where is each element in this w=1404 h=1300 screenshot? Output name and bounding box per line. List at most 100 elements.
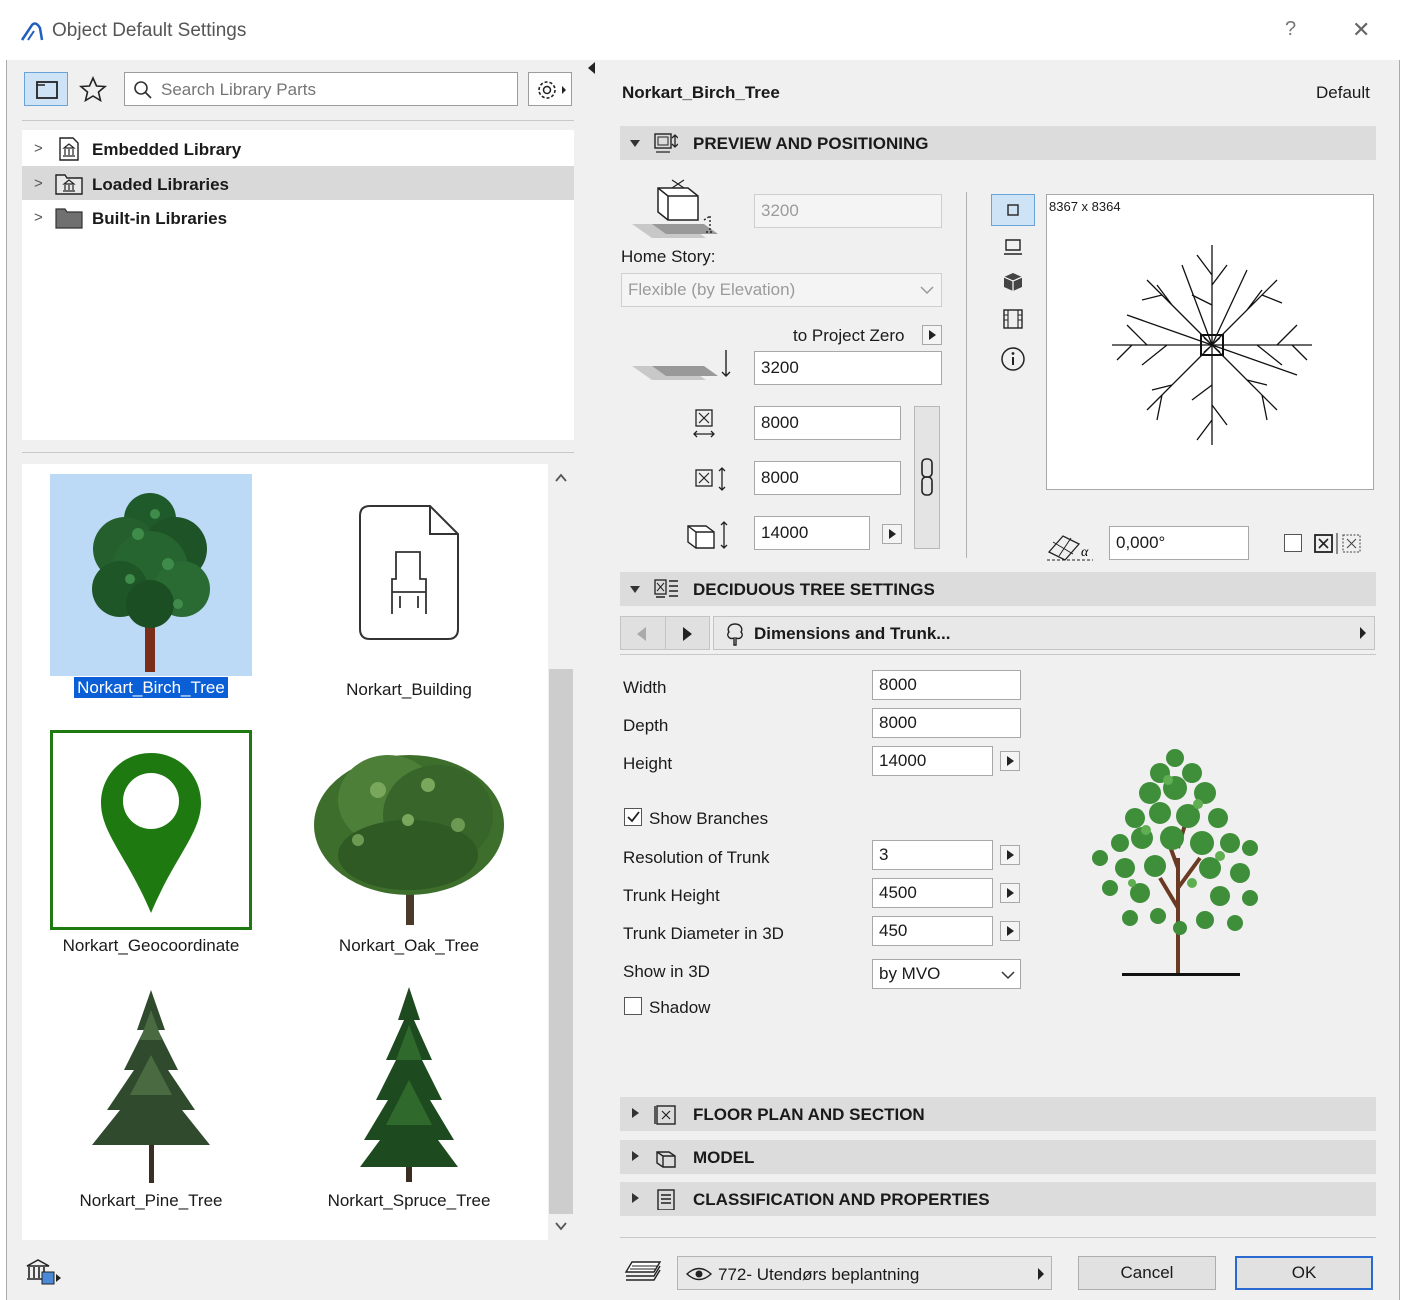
thumb-label-building: Norkart_Building — [346, 680, 472, 699]
thumb-label-oak: Norkart_Oak_Tree — [338, 936, 480, 955]
cancel-button[interactable]: Cancel — [1078, 1256, 1216, 1290]
pine-tree-image — [92, 990, 210, 1183]
height-field[interactable]: 14000 — [754, 516, 870, 550]
home-story-label: Home Story: — [621, 247, 716, 266]
parameter-page-select[interactable]: Dimensions and Trunk... — [713, 616, 1375, 650]
info-icon[interactable] — [1000, 346, 1026, 372]
show-in-3d-value: by MVO — [879, 964, 941, 983]
section-deciduous-tree[interactable]: DECIDUOUS TREE SETTINGS — [620, 572, 1376, 606]
page-nav-buttons — [620, 616, 710, 650]
ok-button[interactable]: OK — [1235, 1256, 1373, 1290]
prev-page-button[interactable] — [637, 627, 646, 641]
thumb-label-birch: Norkart_Birch_Tree — [50, 677, 252, 698]
section-classification[interactable]: CLASSIFICATION AND PROPERTIES — [620, 1182, 1376, 1216]
section-model[interactable]: MODEL — [620, 1140, 1376, 1174]
show-in-3d-select[interactable]: by MVO — [872, 959, 1021, 989]
library-manager-icon[interactable] — [24, 1256, 64, 1288]
home-story-select[interactable]: Flexible (by Elevation) — [621, 273, 942, 307]
view-floorplan-button[interactable] — [991, 194, 1035, 226]
library-settings-button[interactable] — [528, 72, 572, 106]
elevation-field[interactable]: 3200 — [754, 194, 942, 228]
search-icon — [134, 81, 152, 99]
tree-item-builtin[interactable]: > Built-in Libraries — [22, 201, 574, 234]
tree-item-loaded[interactable]: > Loaded Libraries — [22, 166, 574, 200]
positioning-divider — [966, 192, 967, 558]
tree-item-embedded[interactable]: > Embedded Library — [22, 132, 574, 165]
project-zero-menu-button[interactable] — [922, 325, 942, 345]
width-icon — [693, 409, 715, 438]
mirror-mode-icons[interactable] — [1313, 532, 1369, 556]
scroll-down-icon[interactable] — [554, 1220, 568, 1232]
trunk-height-field[interactable]: 4500 — [872, 878, 993, 908]
height-param-menu[interactable] — [1000, 751, 1020, 771]
thumb-birch-tree[interactable] — [50, 474, 252, 676]
tree-plan-symbol — [1112, 245, 1312, 445]
shadow-checkbox[interactable] — [624, 997, 642, 1015]
thumb-spruce-tree[interactable] — [308, 985, 510, 1185]
expand-arrow-icon — [630, 140, 640, 147]
object-name: Norkart_Birch_Tree — [622, 83, 780, 102]
thumb-building[interactable] — [308, 474, 510, 676]
section-floor-plan[interactable]: FLOOR PLAN AND SECTION — [620, 1097, 1376, 1131]
thumb-label-spruce: Norkart_Spruce_Tree — [327, 1191, 491, 1210]
scrollbar-thumb[interactable] — [549, 669, 573, 1214]
window-title: Object Default Settings — [52, 20, 247, 41]
help-button[interactable]: ? — [1285, 18, 1296, 41]
view-elevation-icon[interactable] — [1000, 307, 1026, 331]
home-story-value: Flexible (by Elevation) — [628, 280, 796, 299]
layer-icon — [624, 1261, 662, 1281]
mirror-none-checkbox[interactable] — [1284, 534, 1302, 552]
gear-icon — [538, 81, 566, 99]
link-proportions-button[interactable] — [914, 406, 940, 549]
layer-menu-arrow — [1038, 1268, 1044, 1280]
depth-param-field[interactable]: 8000 — [872, 708, 1021, 738]
width-param-label: Width — [623, 678, 667, 697]
page-select-label: Dimensions and Trunk... — [754, 624, 951, 643]
loaded-library-icon — [55, 174, 83, 195]
page-menu-arrow — [1360, 627, 1366, 639]
shadow-label: Shadow — [649, 998, 711, 1017]
eye-icon — [686, 1267, 712, 1281]
resolution-menu[interactable] — [1000, 845, 1020, 865]
depth-field[interactable]: 8000 — [754, 461, 901, 495]
show-branches-checkbox[interactable] — [624, 808, 642, 826]
resolution-field[interactable]: 3 — [872, 840, 993, 870]
trunk-diameter-field[interactable]: 450 — [872, 916, 993, 946]
width-param-field[interactable]: 8000 — [872, 670, 1021, 700]
section-preview-positioning[interactable]: PREVIEW AND POSITIONING — [620, 126, 1376, 160]
trunk-diameter-menu[interactable] — [1000, 921, 1020, 941]
view-3d-cube-icon[interactable] — [1002, 271, 1024, 293]
thumb-oak-tree[interactable] — [308, 730, 510, 930]
embedded-library-icon — [59, 137, 79, 161]
thumb-geocoordinate[interactable] — [50, 730, 252, 930]
splitter[interactable] — [22, 452, 574, 453]
rotation-field[interactable]: 0,000° — [1109, 526, 1249, 560]
depth-icon — [695, 467, 726, 491]
project-zero-field[interactable]: 3200 — [754, 351, 942, 385]
height-param-field[interactable]: 14000 — [872, 746, 993, 776]
layer-name: 772- Utendørs beplantning — [718, 1265, 920, 1284]
search-input[interactable] — [159, 77, 503, 103]
folder-view-button[interactable] — [24, 72, 68, 106]
next-page-button[interactable] — [683, 627, 692, 641]
elevation-object-icon — [632, 179, 718, 238]
location-pin-icon — [101, 753, 201, 913]
svg-text:α: α — [1081, 545, 1089, 560]
view-section-icon[interactable] — [1002, 236, 1024, 258]
height-menu-button[interactable] — [882, 524, 902, 544]
thumbnail-scrollbar[interactable] — [549, 464, 573, 1240]
trunk-height-menu[interactable] — [1000, 883, 1020, 903]
width-field[interactable]: 8000 — [754, 406, 901, 440]
collapse-panel-arrow[interactable] — [588, 62, 595, 74]
collapse-arrow-icon — [632, 1151, 639, 1161]
search-box[interactable] — [124, 72, 518, 106]
thumb-pine-tree[interactable] — [50, 985, 252, 1185]
close-button[interactable]: ✕ — [1352, 17, 1370, 43]
folder-icon — [36, 81, 58, 99]
scroll-up-icon[interactable] — [554, 472, 568, 484]
favorites-star-icon[interactable] — [78, 75, 108, 103]
preview-window[interactable]: 8367 x 8364 — [1046, 194, 1374, 490]
toolbar-divider — [22, 120, 574, 121]
layer-select[interactable]: 772- Utendørs beplantning — [677, 1256, 1052, 1290]
spruce-tree-image — [360, 987, 458, 1182]
